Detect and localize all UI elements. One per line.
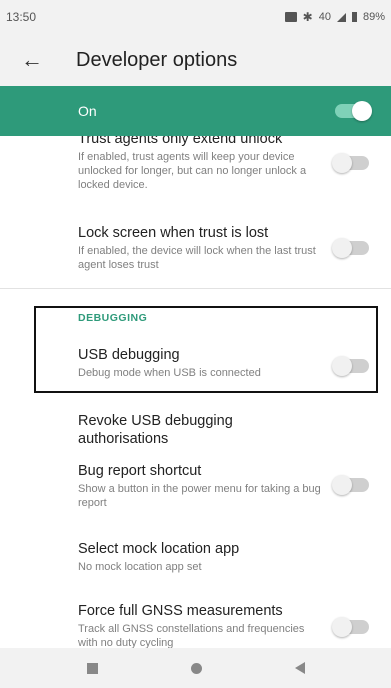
page-title: Developer options [76, 48, 238, 71]
notification-icon [284, 12, 297, 22]
pref-mock-location-app[interactable]: Select mock location app No mock locatio… [0, 536, 391, 576]
highlight-box [34, 306, 378, 393]
pref-summary: Show a button in the power menu for taki… [78, 483, 321, 509]
lock-screen-toggle[interactable] [332, 238, 369, 258]
status-time: 13:50 [6, 10, 37, 24]
pref-title: Force full GNSS measurements [78, 603, 283, 619]
recents-square-icon[interactable] [86, 662, 98, 674]
bluetooth-icon: ✱ [302, 10, 313, 24]
back-triangle-icon[interactable] [294, 662, 305, 674]
home-circle-icon[interactable] [190, 662, 202, 674]
arrow-back-icon[interactable]: ← [0, 34, 64, 86]
pref-force-gnss[interactable]: Force full GNSS measurements Track all G… [0, 598, 391, 648]
pref-bug-report-shortcut[interactable]: Bug report shortcut Show a button in the… [0, 458, 391, 514]
pref-title: Select mock location app [78, 541, 240, 557]
battery-percent: 89% [362, 11, 385, 23]
toggle-knob [332, 153, 352, 173]
toggle-knob [332, 238, 352, 258]
pref-summary: Track all GNSS constellations and freque… [78, 623, 305, 648]
trust-agents-toggle[interactable] [332, 153, 369, 173]
toggle-knob [332, 617, 352, 637]
bug-report-toggle[interactable] [332, 475, 369, 495]
pref-trust-agents-extend-unlock[interactable]: Trust agents only extend unlock If enabl… [0, 136, 391, 196]
pref-title: Revoke USB debugging authorisations [78, 413, 233, 447]
network-label: 40 [318, 11, 331, 23]
toggle-knob [332, 475, 352, 495]
status-bar: 13:50 ✱ 40 89% [0, 0, 391, 34]
pref-lock-screen-trust-lost[interactable]: Lock screen when trust is lost If enable… [0, 218, 391, 274]
system-nav-bar [0, 648, 391, 688]
settings-list[interactable]: Trust agents only extend unlock If enabl… [0, 136, 391, 648]
status-icons: ✱ 40 89% [284, 10, 385, 24]
toggle-knob [352, 101, 372, 121]
pref-title: Trust agents only extend unlock [78, 136, 283, 147]
pref-summary: If enabled, trust agents will keep your … [78, 151, 307, 191]
pref-summary: If enabled, the device will lock when th… [78, 245, 316, 271]
section-divider [0, 288, 391, 289]
battery-icon [351, 12, 357, 22]
master-switch-label: On [78, 103, 97, 119]
pref-title: Bug report shortcut [78, 463, 202, 479]
pref-summary: No mock location app set [78, 561, 202, 573]
developer-options-master-switch[interactable]: On [0, 86, 391, 136]
pref-revoke-usb-auth[interactable]: Revoke USB debugging authorisations [0, 408, 391, 447]
app-bar: ← Developer options [0, 34, 391, 86]
master-toggle[interactable] [335, 101, 372, 121]
signal-icon [336, 12, 346, 22]
pref-title: Lock screen when trust is lost [78, 225, 269, 241]
gnss-toggle[interactable] [332, 617, 369, 637]
